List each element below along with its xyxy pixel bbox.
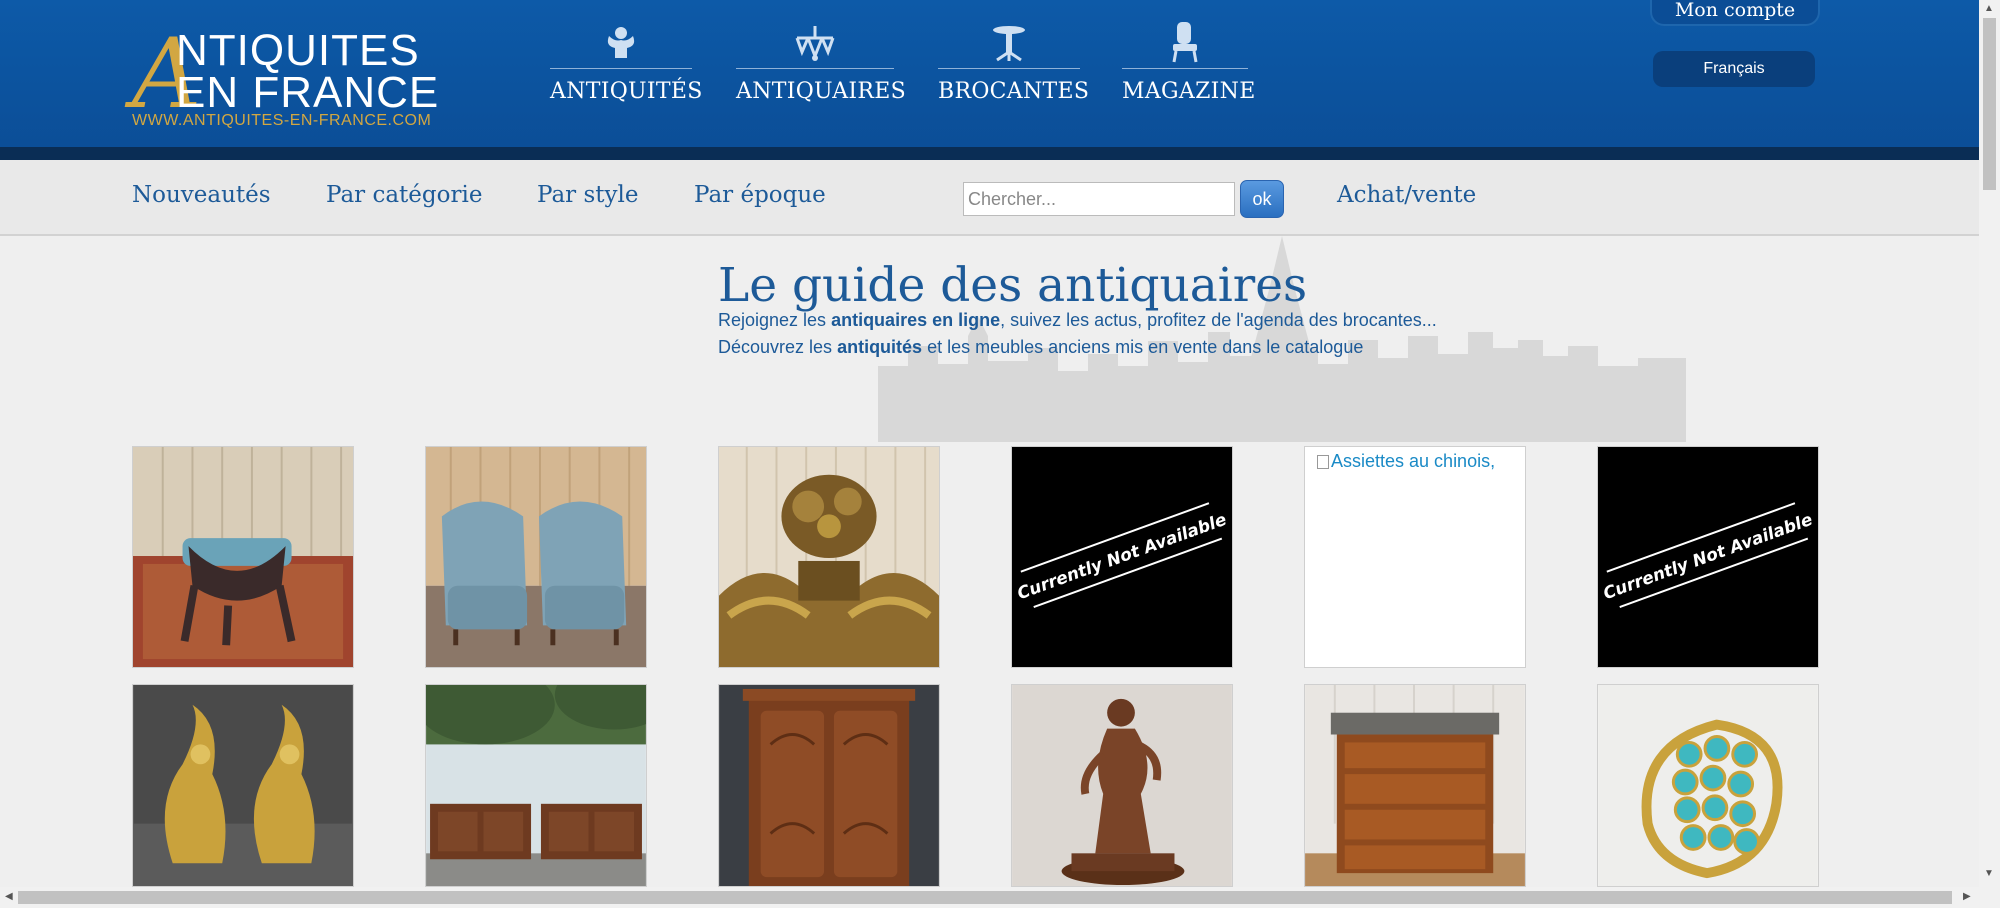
product-tile-chair[interactable] bbox=[132, 446, 354, 668]
nav-divider bbox=[1122, 68, 1248, 69]
broken-image-alt-text: Assiettes au chinois, bbox=[1317, 451, 1495, 472]
nav-divider bbox=[550, 68, 692, 69]
horizontal-scrollbar[interactable]: ◀ ▶ bbox=[0, 887, 1979, 908]
subnav-par-categorie[interactable]: Par catégorie bbox=[326, 182, 482, 208]
main-nav-brocantes[interactable]: BROCANTES bbox=[938, 22, 1090, 112]
header-band bbox=[0, 147, 1979, 160]
product-tile-bronze-statue[interactable] bbox=[1011, 684, 1233, 887]
product-image bbox=[1012, 685, 1232, 886]
product-image bbox=[719, 685, 939, 886]
cherub-icon bbox=[550, 22, 692, 68]
product-tile-armchairs[interactable] bbox=[425, 446, 647, 668]
scroll-down-icon[interactable]: ▼ bbox=[1984, 868, 1994, 879]
scroll-right-icon[interactable]: ▶ bbox=[1963, 891, 1971, 902]
site-logo[interactable]: A NTIQUITES EN FRANCE WWW.ANTIQUITES-EN-… bbox=[132, 26, 452, 134]
product-image bbox=[133, 685, 353, 886]
product-tile-turquoise-ring[interactable] bbox=[1597, 684, 1819, 887]
armchair-icon bbox=[1122, 22, 1248, 68]
vertical-scrollbar[interactable]: ▲ ▼ bbox=[1979, 0, 2000, 908]
product-image bbox=[719, 447, 939, 667]
product-image bbox=[426, 685, 646, 886]
product-tile-armoire[interactable] bbox=[718, 684, 940, 887]
sub-nav: Nouveautés Par catégorie Par style Par é… bbox=[0, 160, 1979, 236]
horizontal-scroll-thumb[interactable] bbox=[18, 891, 1952, 904]
main-nav-label: MAGAZINE bbox=[1122, 79, 1256, 104]
product-image bbox=[133, 447, 353, 667]
product-tile-gilded-pediment[interactable] bbox=[718, 446, 940, 668]
product-image bbox=[426, 447, 646, 667]
product-tile-andirons[interactable] bbox=[132, 684, 354, 887]
logo-line-2: EN FRANCE bbox=[176, 68, 440, 117]
guide-intro-line-1: Rejoignez les antiquaires en ligne, suiv… bbox=[718, 310, 1437, 331]
intro-text: , suivez les actus, profitez de l'agenda… bbox=[1000, 310, 1437, 330]
product-tile-buffets[interactable] bbox=[425, 684, 647, 887]
product-tile-chest-of-drawers[interactable] bbox=[1304, 684, 1526, 887]
main-nav-magazine[interactable]: MAGAZINE bbox=[1122, 22, 1256, 112]
product-image bbox=[1598, 685, 1818, 886]
chandelier-icon bbox=[736, 22, 894, 68]
main-nav-antiquites[interactable]: ANTIQUITÉS bbox=[550, 22, 703, 112]
intro-link-antiquaires[interactable]: antiquaires en ligne bbox=[831, 310, 1000, 330]
logo-url: WWW.ANTIQUITES-EN-FRANCE.COM bbox=[132, 112, 432, 129]
page-title: Le guide des antiquaires bbox=[718, 258, 1308, 313]
unavailable-placeholder-image: Currently Not Available bbox=[1598, 447, 1818, 667]
scroll-left-icon[interactable]: ◀ bbox=[5, 891, 13, 902]
pedestal-table-icon bbox=[938, 22, 1080, 68]
main-nav-label: ANTIQUAIRES bbox=[736, 79, 906, 104]
nav-divider bbox=[736, 68, 894, 69]
scroll-up-icon[interactable]: ▲ bbox=[1984, 3, 1994, 14]
subnav-nouveautes[interactable]: Nouveautés bbox=[132, 182, 271, 208]
main-nav-label: BROCANTES bbox=[938, 79, 1090, 104]
subnav-par-epoque[interactable]: Par époque bbox=[694, 182, 826, 208]
alt-text: Assiettes au chinois, bbox=[1331, 451, 1496, 471]
product-tile-assiettes[interactable]: Assiettes au chinois, bbox=[1304, 446, 1526, 668]
unavailable-placeholder-image: Currently Not Available bbox=[1012, 447, 1232, 667]
vertical-scroll-thumb[interactable] bbox=[1983, 18, 1996, 190]
nav-divider bbox=[938, 68, 1080, 69]
language-selector[interactable]: Français bbox=[1653, 51, 1815, 87]
product-tile-unavailable[interactable]: Currently Not Available bbox=[1597, 446, 1819, 668]
subnav-par-style[interactable]: Par style bbox=[537, 182, 638, 208]
intro-text: Découvrez les bbox=[718, 337, 838, 357]
main-nav-label: ANTIQUITÉS bbox=[550, 79, 703, 104]
intro-text: Rejoignez les bbox=[718, 310, 832, 330]
broken-image-icon bbox=[1317, 455, 1329, 469]
intro-link-antiquites[interactable]: antiquités bbox=[837, 337, 922, 357]
product-tile-unavailable[interactable]: Currently Not Available bbox=[1011, 446, 1233, 668]
account-button[interactable]: Mon compte bbox=[1650, 0, 1820, 26]
main-nav-antiquaires[interactable]: ANTIQUAIRES bbox=[736, 22, 906, 112]
search-input[interactable] bbox=[963, 182, 1235, 216]
product-image bbox=[1305, 685, 1525, 886]
subnav-achat-vente[interactable]: Achat/vente bbox=[1337, 182, 1476, 208]
intro-text: et les meubles anciens mis en vente dans… bbox=[922, 337, 1364, 357]
search-button[interactable]: ok bbox=[1240, 180, 1284, 218]
guide-intro-line-2: Découvrez les antiquités et les meubles … bbox=[718, 337, 1363, 358]
